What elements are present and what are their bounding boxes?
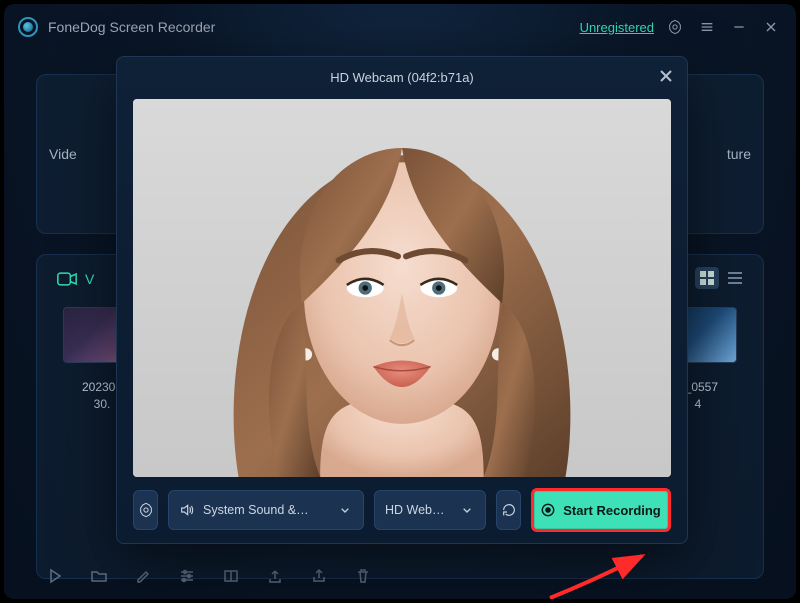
app-window: FoneDog Screen Recorder Unregistered Vid… [4,4,796,599]
modal-settings-button[interactable] [133,490,158,530]
modal-controls: System Sound &… HD Web… Start Recording [117,477,687,543]
gallery-tab-label: V [85,271,94,287]
chevron-down-icon [337,502,353,518]
camera-dropdown[interactable]: HD Web… [374,490,486,530]
record-icon [541,503,555,517]
close-icon[interactable] [760,16,782,38]
camera-dropdown-label: HD Web… [385,503,445,517]
list-view-icon[interactable] [723,267,747,289]
chevron-down-icon [459,502,475,518]
trash-icon[interactable] [354,567,372,585]
rename-icon[interactable] [134,567,152,585]
right-pane-label: ture [727,146,751,162]
unregistered-link[interactable]: Unregistered [580,20,654,35]
share-icon[interactable] [310,567,328,585]
bottom-toolbar [46,567,372,585]
compress-icon[interactable] [222,567,240,585]
sound-dropdown-label: System Sound &… [203,503,309,517]
export-icon[interactable] [266,567,284,585]
title-bar: FoneDog Screen Recorder Unregistered [4,4,796,50]
adjust-icon[interactable] [178,567,196,585]
modal-header: HD Webcam (04f2:b71a) [117,57,687,97]
modal-title: HD Webcam (04f2:b71a) [330,70,474,85]
webcam-preview [133,99,671,477]
gallery-view-switch [695,267,747,289]
refresh-button[interactable] [496,490,521,530]
minimize-icon[interactable] [728,16,750,38]
grid-view-icon[interactable] [695,267,719,289]
modal-close-icon[interactable] [657,67,675,85]
webcam-modal: HD Webcam (04f2:b71a) [116,56,688,544]
start-recording-button[interactable]: Start Recording [531,488,671,532]
speaker-icon [179,502,195,518]
folder-icon[interactable] [90,567,108,585]
menu-icon[interactable] [696,16,718,38]
start-recording-label: Start Recording [563,503,661,518]
left-pane-label: Vide [49,146,77,162]
app-title: FoneDog Screen Recorder [48,19,215,35]
settings-gear-icon[interactable] [664,16,686,38]
app-logo-icon [18,17,38,37]
sound-source-dropdown[interactable]: System Sound &… [168,490,364,530]
play-icon[interactable] [46,567,64,585]
